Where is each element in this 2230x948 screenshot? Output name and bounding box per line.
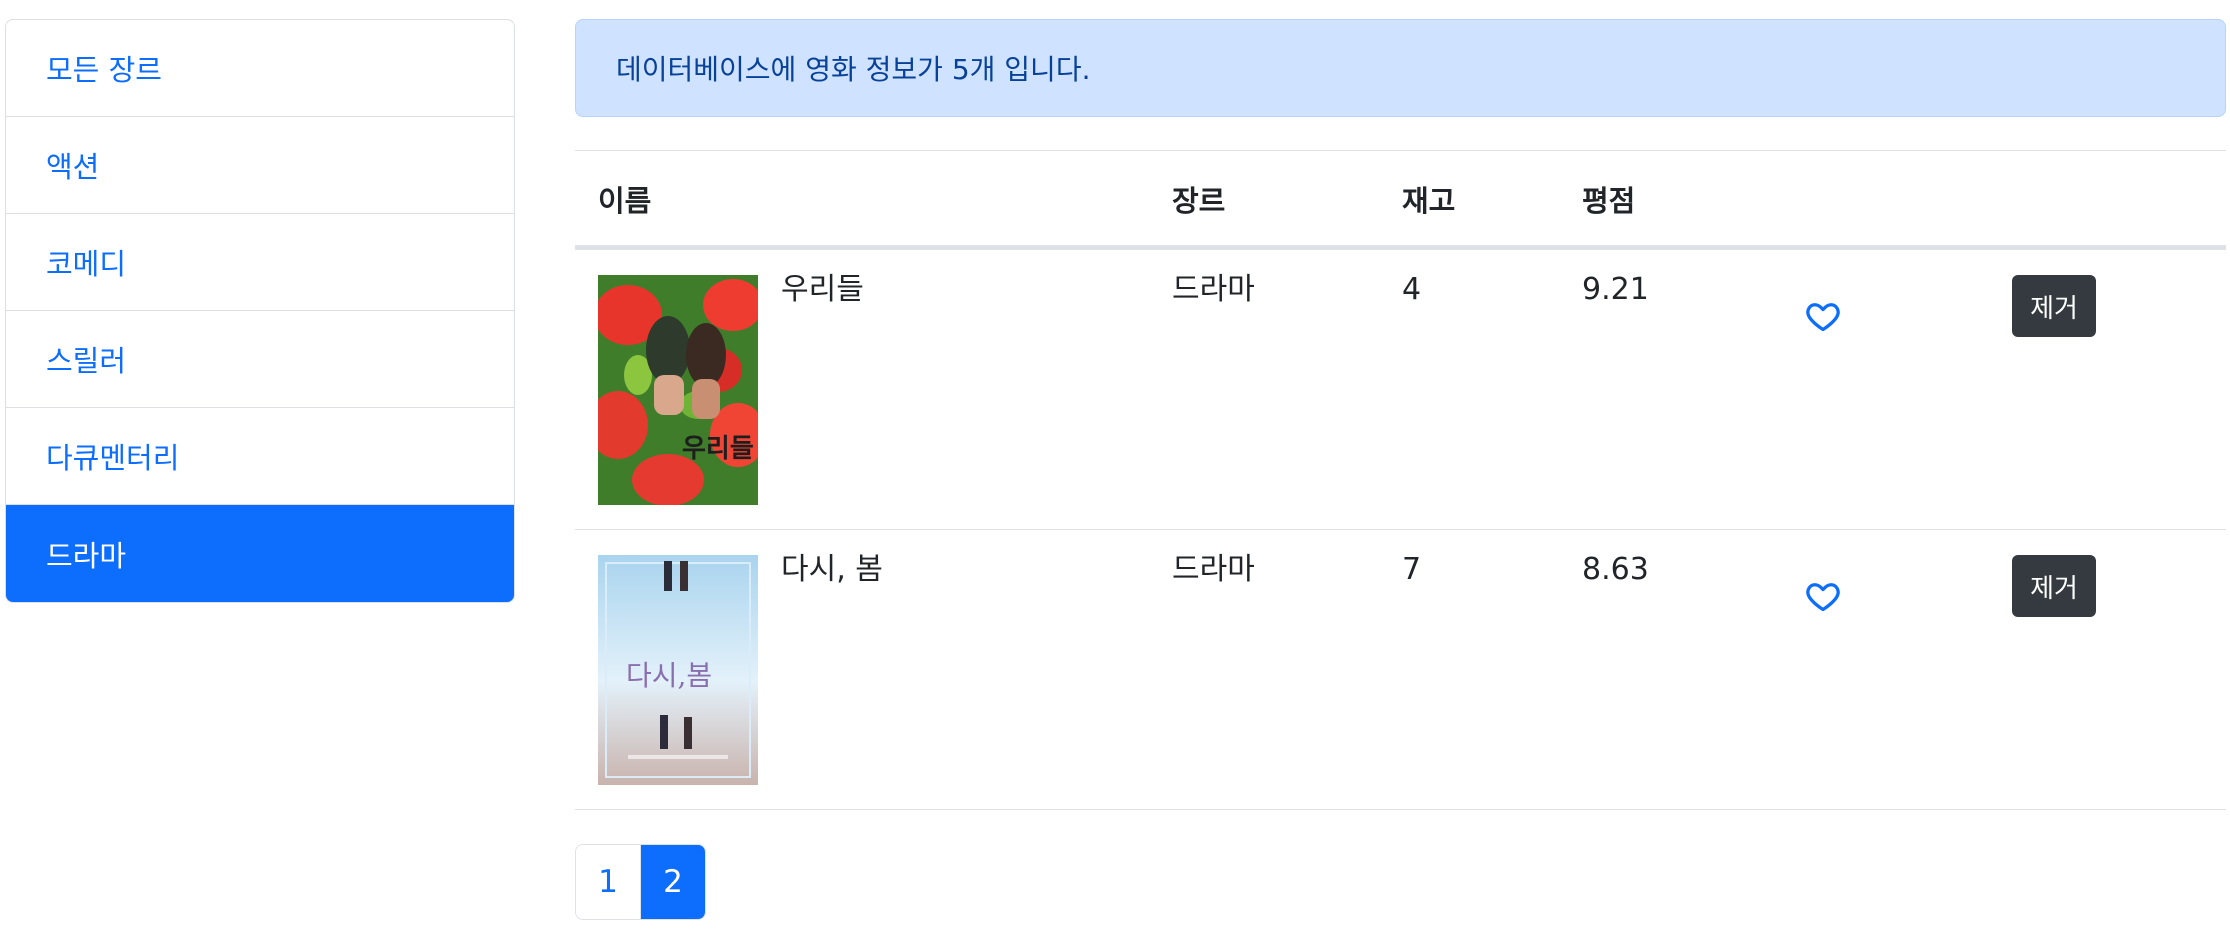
genre-item-action[interactable]: 액션 xyxy=(6,117,514,214)
page-link-2[interactable]: 2 xyxy=(640,845,705,919)
movie-rating: 9.21 xyxy=(1582,272,1649,307)
genre-item-all[interactable]: 모든 장르 xyxy=(6,20,514,117)
movie-rating: 8.63 xyxy=(1582,552,1649,587)
svg-text:다시,봄: 다시,봄 xyxy=(626,659,712,692)
header-rating[interactable]: 평점 xyxy=(1582,151,1635,246)
movie-count-alert: 데이터베이스에 영화 정보가 5개 입니다. xyxy=(575,19,2226,117)
page-link-1[interactable]: 1 xyxy=(576,845,640,919)
header-name[interactable]: 이름 xyxy=(598,151,651,246)
heart-icon[interactable] xyxy=(1805,298,1841,334)
movie-genre: 드라마 xyxy=(1172,272,1255,307)
genre-item-thriller[interactable]: 스릴러 xyxy=(6,311,514,408)
header-genre[interactable]: 장르 xyxy=(1172,151,1225,246)
table-row: 다시,봄 다시, 봄 드라마 7 8.63 제거 xyxy=(575,530,2226,810)
genre-item-documentary[interactable]: 다큐멘터리 xyxy=(6,408,514,505)
genre-item-drama[interactable]: 드라마 xyxy=(6,505,514,602)
genre-item-comedy[interactable]: 코메디 xyxy=(6,214,514,311)
heart-icon[interactable] xyxy=(1805,578,1841,614)
pagination: 1 2 xyxy=(575,844,706,920)
table-header: 이름 장르 재고 평점 xyxy=(575,150,2226,250)
movies-table: 이름 장르 재고 평점 우리들 우리들 드라마 4 9.21 제거 다시,봄 다… xyxy=(575,150,2226,810)
movie-stock: 4 xyxy=(1402,272,1422,307)
movie-title[interactable]: 다시, 봄 xyxy=(781,555,883,585)
movie-genre: 드라마 xyxy=(1172,552,1255,587)
movie-title[interactable]: 우리들 xyxy=(781,275,864,305)
genre-list: 모든 장르 액션 코메디 스릴러 다큐멘터리 드라마 xyxy=(5,19,515,603)
table-row: 우리들 우리들 드라마 4 9.21 제거 xyxy=(575,250,2226,530)
movie-stock: 7 xyxy=(1402,552,1422,587)
header-stock[interactable]: 재고 xyxy=(1402,151,1455,246)
remove-button[interactable]: 제거 xyxy=(2012,275,2096,337)
movie-poster: 우리들 xyxy=(598,275,758,505)
remove-button[interactable]: 제거 xyxy=(2012,555,2096,617)
movie-poster: 다시,봄 xyxy=(598,555,758,785)
svg-text:우리들: 우리들 xyxy=(682,434,754,464)
